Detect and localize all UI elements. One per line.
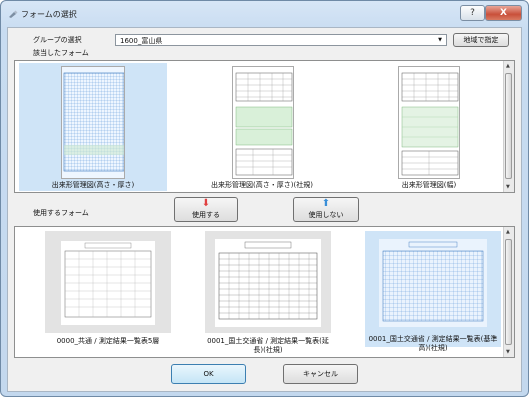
- form-thumbnail: [365, 231, 501, 333]
- scroll-thumb[interactable]: [505, 73, 512, 179]
- close-button[interactable]: X: [485, 5, 522, 21]
- app-icon: [9, 10, 18, 18]
- add-form-label: 使用する: [192, 211, 220, 219]
- scroll-thumb[interactable]: [505, 239, 512, 345]
- used-form-item[interactable]: 0000_共通 / 測定結果一覧表5層: [45, 231, 171, 347]
- used-forms-panel[interactable]: 0000_共通 / 測定結果一覧表5層 0001_国土交通省 / 測定結果一覧表…: [14, 226, 515, 358]
- remove-form-label: 使用しない: [308, 211, 344, 219]
- remove-form-button[interactable]: ⬆ 使用しない: [293, 197, 359, 222]
- group-select-value: 1600_富山県: [120, 37, 163, 45]
- dropdown-arrow-icon: ▼: [438, 37, 442, 43]
- scroll-up-icon[interactable]: ▲: [506, 229, 510, 235]
- available-forms-label: 該当したフォーム: [33, 49, 89, 57]
- available-form-item[interactable]: 出来形管理図(幅): [355, 63, 503, 191]
- scroll-up-icon[interactable]: ▲: [506, 63, 510, 69]
- form-thumbnail: [398, 66, 460, 179]
- up-arrow-icon: ⬆: [321, 198, 331, 209]
- form-caption: 0001_国土交通省 / 測定結果一覧表(延長)(社規): [207, 337, 329, 354]
- ok-button[interactable]: OK: [171, 364, 246, 384]
- region-button[interactable]: 地域で指定: [453, 33, 509, 47]
- add-form-button[interactable]: ⬇ 使用する: [174, 197, 238, 222]
- form-caption: 0001_国土交通省 / 測定結果一覧表(基準高)(社規): [368, 335, 498, 352]
- dialog-body: グループの選択 1600_富山県 ▼ 地域で指定 該当したフォーム 出来形管理図…: [7, 27, 522, 392]
- group-label: グループの選択: [33, 36, 82, 44]
- available-scrollbar[interactable]: ▲ ▼: [503, 61, 514, 192]
- used-form-item[interactable]: 0001_国土交通省 / 測定結果一覧表(延長)(社規): [205, 231, 331, 354]
- used-scrollbar[interactable]: ▲ ▼: [503, 227, 514, 357]
- form-select-dialog: フォームの選択 ? X グループの選択 1600_富山県 ▼ 地域で指定 該当し…: [0, 0, 529, 397]
- help-button[interactable]: ?: [460, 5, 485, 21]
- scroll-down-icon[interactable]: ▼: [506, 349, 510, 355]
- form-caption: 出来形管理図(幅): [401, 181, 457, 189]
- form-thumbnail: [61, 66, 125, 179]
- form-caption: 出来形管理図(高さ・厚さ)(社規): [211, 181, 313, 189]
- scroll-down-icon[interactable]: ▼: [506, 184, 510, 190]
- available-form-item[interactable]: 出来形管理図(高さ・厚さ): [19, 63, 167, 191]
- form-caption: 0000_共通 / 測定結果一覧表5層: [56, 337, 160, 345]
- form-caption: 出来形管理図(高さ・厚さ): [51, 181, 135, 189]
- window-title: フォームの選択: [21, 10, 77, 19]
- available-forms-panel[interactable]: 出来形管理図(高さ・厚さ) 出来形管理図(高さ・厚さ)(社規) 出来形管理図(幅…: [14, 60, 515, 193]
- used-form-item[interactable]: 0001_国土交通省 / 測定結果一覧表(基準高)(社規): [365, 231, 501, 352]
- down-arrow-icon: ⬇: [201, 198, 211, 209]
- title-bar: フォームの選択 ? X: [1, 1, 528, 27]
- form-thumbnail: [205, 231, 331, 333]
- form-thumbnail: [232, 66, 294, 179]
- form-thumbnail: [45, 231, 171, 333]
- group-select[interactable]: 1600_富山県 ▼: [115, 34, 447, 46]
- available-form-item[interactable]: 出来形管理図(高さ・厚さ)(社規): [187, 63, 337, 191]
- cancel-button[interactable]: キャンセル: [283, 364, 358, 384]
- used-forms-label: 使用するフォーム: [33, 209, 89, 217]
